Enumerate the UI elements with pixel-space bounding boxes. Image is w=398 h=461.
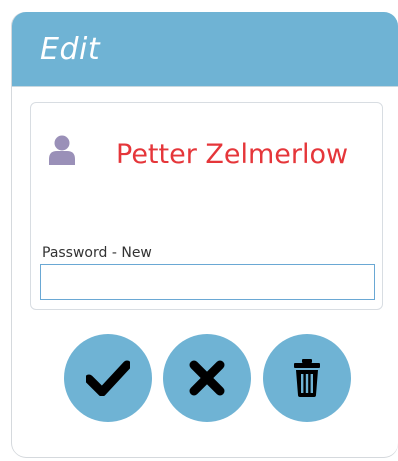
user-icon — [49, 135, 75, 165]
user-name: Petter Zelmerlow — [116, 139, 349, 170]
close-icon — [189, 360, 225, 396]
cancel-button[interactable] — [163, 334, 251, 422]
password-input[interactable] — [40, 264, 375, 300]
user-card: Petter Zelmerlow Password - New — [30, 102, 383, 310]
check-icon — [86, 360, 130, 396]
dialog-title: Edit — [40, 32, 101, 67]
password-label: Password - New — [42, 245, 152, 261]
confirm-button[interactable] — [64, 334, 152, 422]
delete-button[interactable] — [263, 334, 351, 422]
dialog-header: Edit — [12, 12, 398, 87]
trash-icon — [294, 359, 320, 397]
edit-dialog: Edit Petter Zelmerlow Password - New — [12, 12, 398, 457]
